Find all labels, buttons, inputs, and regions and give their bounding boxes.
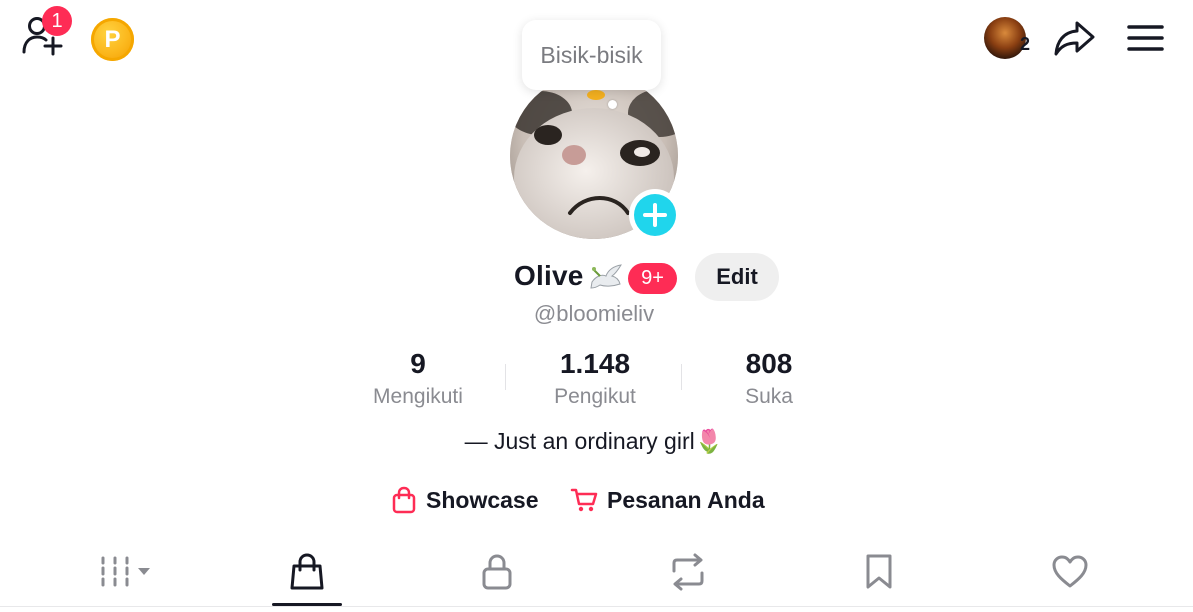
grid-icon: [101, 556, 150, 587]
tab-private[interactable]: [462, 550, 532, 594]
tab-videos-grid[interactable]: [88, 550, 158, 594]
stat-likes[interactable]: 808 Suka: [689, 346, 849, 412]
profile-bio: — Just an ordinary girl🌷: [464, 428, 724, 454]
tab-liked[interactable]: [1035, 550, 1105, 594]
tooltip-pointer-dot: [608, 100, 617, 109]
stat-following[interactable]: 9 Mengikuti: [338, 346, 498, 412]
lock-icon: [482, 554, 512, 590]
tab-reposts[interactable]: [653, 550, 723, 594]
stat-label: Mengikuti: [373, 385, 463, 408]
stat-label: Suka: [745, 385, 793, 408]
stat-value: 808: [745, 348, 793, 379]
orders-link[interactable]: Pesanan Anda: [570, 482, 765, 518]
username-handle: @bloomieliv: [533, 301, 655, 326]
stat-label: Pengikut: [554, 385, 636, 408]
edit-profile-button[interactable]: Edit: [695, 253, 779, 301]
stat-divider: [681, 364, 682, 390]
stat-value: 9: [410, 348, 426, 379]
add-friend-button[interactable]: 1: [20, 6, 72, 62]
repost-icon: [672, 553, 704, 591]
cart-icon: [570, 488, 598, 512]
showcase-label: Showcase: [426, 486, 539, 513]
add-story-circle: [634, 194, 676, 236]
shopping-bag-icon: [392, 486, 416, 514]
notification-count-badge[interactable]: 9+: [628, 263, 677, 294]
stat-value: 1.148: [559, 348, 631, 379]
stat-followers[interactable]: 1.148 Pengikut: [515, 346, 675, 412]
whisper-tooltip[interactable]: Bisik-bisik: [522, 20, 661, 90]
tab-shop[interactable]: [272, 550, 342, 594]
bookmark-icon: [866, 554, 892, 589]
shopping-bag-icon: [290, 553, 324, 590]
showcase-link[interactable]: Showcase: [391, 482, 539, 518]
orders-label: Pesanan Anda: [607, 486, 765, 513]
menu-icon: [1127, 25, 1164, 51]
tab-favorites[interactable]: [844, 550, 914, 594]
stat-divider: [505, 364, 506, 390]
profile-name: Olive: [514, 260, 584, 291]
notification-badge: 1: [42, 6, 72, 36]
share-icon: [1054, 21, 1095, 56]
add-story-button[interactable]: [629, 189, 681, 241]
share-button[interactable]: [1053, 18, 1097, 58]
friend-activity-count: 2: [1020, 34, 1031, 54]
coin-icon: P: [104, 26, 121, 53]
tab-bar-divider: [0, 606, 1193, 607]
heart-icon: [1052, 555, 1088, 588]
dove-emoji-icon: [588, 262, 624, 294]
plus-icon: [643, 203, 667, 227]
menu-button[interactable]: [1125, 20, 1167, 56]
coin-button[interactable]: P: [91, 18, 134, 61]
